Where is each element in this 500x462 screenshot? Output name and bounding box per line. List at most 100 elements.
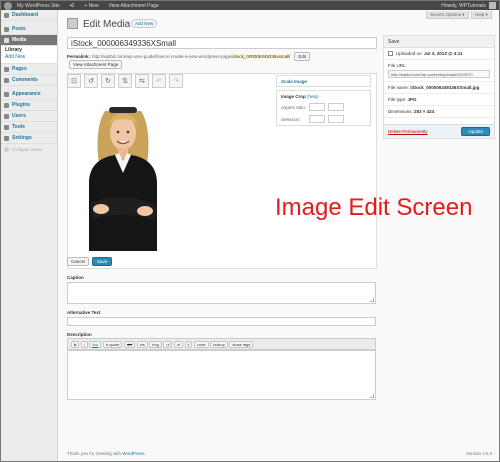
sidebar-item-plugins[interactable]: Plugins bbox=[1, 100, 57, 111]
qt-li-button[interactable]: li bbox=[184, 340, 193, 348]
sidebar-item-label: Plugins bbox=[12, 102, 31, 108]
sidebar-item-label: Posts bbox=[12, 26, 26, 32]
add-new-button[interactable]: Add New bbox=[131, 19, 158, 28]
qt-blockquote-button[interactable]: b-quote bbox=[102, 340, 123, 348]
file-url-field[interactable]: http://wptbd.com/wp-content/uploads/2013… bbox=[388, 70, 490, 78]
sidebar-item-users[interactable]: Users bbox=[1, 111, 57, 122]
update-button[interactable]: Update bbox=[461, 127, 490, 136]
qt-code-button[interactable]: code bbox=[193, 340, 209, 348]
footer-thanks-text: Thank you for creating with bbox=[67, 451, 122, 456]
sidebar-item-posts[interactable]: Posts bbox=[1, 24, 57, 35]
resize-grip-icon[interactable] bbox=[370, 394, 374, 398]
sidebar-item-tools[interactable]: Tools bbox=[1, 122, 57, 133]
media-page-icon bbox=[67, 18, 78, 29]
save-button[interactable]: Save bbox=[92, 257, 113, 266]
qt-bold-button[interactable]: b bbox=[71, 340, 80, 348]
save-metabox-footer: Delete Permanently Update bbox=[384, 124, 494, 138]
sidebar-item-dashboard[interactable]: Dashboard bbox=[1, 10, 57, 21]
view-attachment-button[interactable]: View Attachment Page bbox=[69, 60, 123, 69]
screen-options-tab[interactable]: Screen Options ▾ bbox=[426, 11, 469, 19]
resize-grip-icon[interactable] bbox=[370, 298, 374, 302]
wordpress-logo-icon[interactable] bbox=[4, 1, 12, 10]
new-content-menu[interactable]: + New bbox=[79, 1, 103, 10]
aspect-ratio-row: Aspect ratio: bbox=[281, 103, 366, 111]
brush-icon bbox=[4, 91, 9, 97]
qt-img-button[interactable]: img bbox=[149, 340, 162, 348]
scale-image-toggle[interactable]: Scale Image bbox=[276, 75, 371, 87]
permalink-slug[interactable]: istock_000006349336xsmall/ bbox=[232, 54, 291, 59]
sidebar-item-label: Settings bbox=[12, 135, 32, 141]
aspect-ratio-width-input[interactable] bbox=[309, 103, 325, 111]
annotation-text: Image Edit Screen bbox=[275, 194, 473, 221]
collapse-arrow-icon bbox=[4, 146, 9, 152]
comments-counter[interactable]: ▪ 0 bbox=[65, 1, 80, 10]
site-name-link[interactable]: My WordPress Site bbox=[12, 1, 65, 10]
qt-del-button[interactable]: del bbox=[123, 340, 136, 348]
file-name-label: File name: bbox=[388, 85, 410, 90]
delete-permanently-link[interactable]: Delete Permanently bbox=[388, 129, 428, 134]
qt-close-tags-button[interactable]: close tags bbox=[229, 340, 254, 348]
image-crop-heading: Image Crop (help) bbox=[281, 94, 366, 99]
aspect-ratio-height-input[interactable] bbox=[328, 103, 344, 111]
alt-text-label: Alternative Text bbox=[67, 310, 101, 315]
qt-ol-button[interactable]: ol bbox=[173, 340, 184, 348]
title-input[interactable]: iStock_000006349336XSmall bbox=[67, 37, 377, 49]
undo-icon[interactable]: ↶ bbox=[152, 74, 166, 88]
calendar-icon bbox=[388, 51, 393, 56]
sidebar-item-appearance[interactable]: Appearance bbox=[1, 89, 57, 100]
user-icon bbox=[4, 113, 9, 119]
help-tab[interactable]: Help ▾ bbox=[471, 11, 492, 19]
file-type-row: File type: JPG bbox=[384, 94, 494, 106]
wp-admin-window: My WordPress Site ▪ 0 + New View Attachm… bbox=[0, 0, 500, 462]
flip-vertical-icon[interactable]: ⇅ bbox=[118, 74, 132, 88]
image-preview[interactable] bbox=[75, 103, 173, 251]
alt-text-input[interactable] bbox=[67, 317, 376, 326]
permalink-base: http://wptbd.com/wp-user-guide/how-to-cr… bbox=[92, 54, 233, 59]
woman-portrait-image bbox=[75, 103, 173, 251]
wrench-icon bbox=[4, 124, 9, 130]
description-textarea[interactable] bbox=[67, 350, 376, 400]
caption-label: Caption bbox=[67, 275, 84, 280]
submenu-library[interactable]: Library bbox=[5, 47, 57, 54]
crop-help-link[interactable]: (help) bbox=[307, 94, 319, 99]
submenu-add-new[interactable]: Add New bbox=[5, 54, 57, 61]
selection-height-input[interactable] bbox=[328, 115, 344, 123]
uploaded-value: Jul 3, 2013 @ 4:11 bbox=[424, 51, 463, 56]
view-attachment-link[interactable]: View Attachment Page bbox=[104, 1, 164, 10]
cancel-button[interactable]: Cancel bbox=[67, 257, 90, 266]
caption-textarea[interactable] bbox=[67, 282, 376, 304]
save-metabox: Save Uploaded on: Jul 3, 2013 @ 4:11 Fil… bbox=[383, 35, 495, 139]
description-label: Description bbox=[67, 332, 92, 337]
dashboard-icon bbox=[4, 12, 9, 18]
rotate-left-icon[interactable]: ↺ bbox=[84, 74, 98, 88]
sidebar-item-settings[interactable]: Settings bbox=[1, 133, 57, 144]
admin-bar: My WordPress Site ▪ 0 + New View Attachm… bbox=[1, 1, 499, 10]
sidebar-item-media[interactable]: Media bbox=[1, 35, 57, 46]
crop-icon[interactable]: ⊡ bbox=[67, 74, 81, 88]
qt-ins-button[interactable]: ins bbox=[136, 340, 148, 348]
sidebar-item-pages[interactable]: Pages bbox=[1, 64, 57, 75]
avatar bbox=[489, 2, 496, 9]
dimensions-label: Dimensions: bbox=[388, 109, 413, 114]
collapse-menu-button[interactable]: Collapse menu bbox=[1, 144, 57, 154]
rotate-right-icon[interactable]: ↻ bbox=[101, 74, 115, 88]
edit-permalink-button[interactable]: Edit bbox=[294, 52, 311, 61]
selection-width-input[interactable] bbox=[309, 115, 325, 123]
qt-link-button[interactable]: link bbox=[89, 340, 102, 348]
page-icon bbox=[4, 66, 9, 72]
save-metabox-title: Save bbox=[384, 36, 494, 48]
redo-icon[interactable]: ↷ bbox=[169, 74, 183, 88]
howdy-user-menu[interactable]: Howdy, WPTutorials bbox=[436, 1, 499, 10]
qt-lookup-button[interactable]: lookup bbox=[210, 340, 228, 348]
qt-ul-button[interactable]: ul bbox=[163, 340, 173, 348]
qt-italic-button[interactable]: i bbox=[80, 340, 88, 348]
flip-horizontal-icon[interactable]: ⇆ bbox=[135, 74, 149, 88]
admin-sidebar: Dashboard Posts Media Library Add New Pa… bbox=[1, 10, 58, 461]
image-crop-label: Image Crop bbox=[281, 94, 306, 99]
uploaded-label: Uploaded on: bbox=[396, 51, 423, 56]
sidebar-item-comments[interactable]: Comments bbox=[1, 75, 57, 86]
plug-icon bbox=[4, 102, 9, 108]
file-name-row: File name: iStock_000006349336XSmall.jpg bbox=[384, 82, 494, 94]
wordpress-link[interactable]: WordPress bbox=[122, 451, 144, 456]
settings-icon bbox=[4, 135, 9, 141]
